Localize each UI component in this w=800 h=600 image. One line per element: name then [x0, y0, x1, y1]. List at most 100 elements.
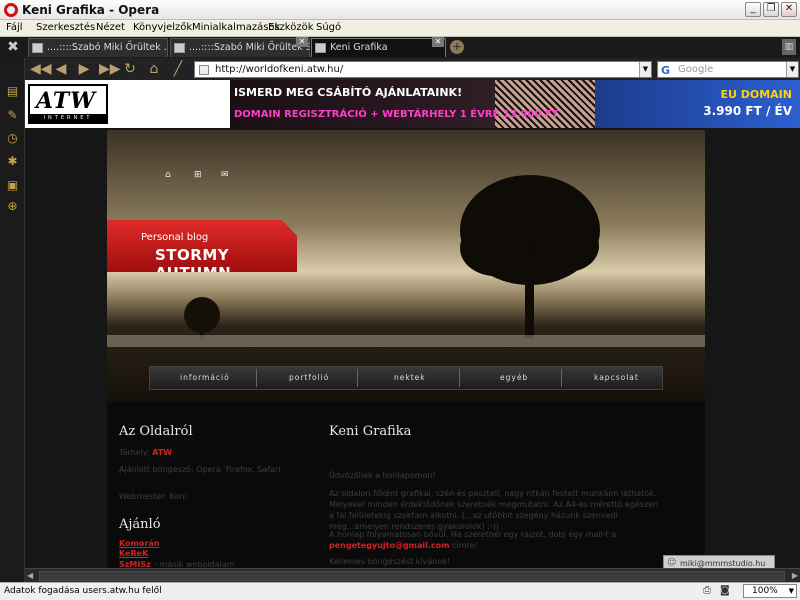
- host-line: Tárhely: ATW: [119, 447, 172, 458]
- status-bar: Adatok fogadása users.atw.hu felől ⎙ ◙: [0, 582, 800, 600]
- intro-paragraph: Az oldalon főként grafikai, szén és pasz…: [329, 489, 659, 531]
- contact-paragraph: A honlap folyamatosan bővül. Ha szeretné…: [329, 529, 659, 551]
- minimize-button[interactable]: _: [745, 2, 761, 17]
- status-text: Adatok fogadása users.atw.hu felől: [4, 586, 162, 596]
- home-icon[interactable]: ⌂: [165, 170, 171, 180]
- rewind-icon[interactable]: ◀◀: [30, 61, 52, 77]
- host-label: Tárhely:: [119, 448, 150, 457]
- windows-icon[interactable]: ▣: [5, 178, 20, 193]
- notes-icon[interactable]: ✎: [5, 108, 20, 123]
- nav-egyeb[interactable]: egyéb: [500, 373, 528, 382]
- site-nav: információ portfolió nektek egyéb kapcso…: [149, 366, 663, 390]
- chat-icon[interactable]: ▤: [5, 84, 20, 99]
- opera-logo-icon: [4, 3, 18, 17]
- close-button[interactable]: ✕: [781, 2, 797, 17]
- window-title: Keni Grafika - Opera: [22, 3, 160, 17]
- tab-close-icon[interactable]: ✕: [296, 37, 308, 47]
- banner-headline: ISMERD MEG CSÁBÍTÓ AJÁNLATAINK!: [234, 86, 463, 99]
- tab-1[interactable]: ....::::Szabó Miki Őrültek ...: [28, 38, 168, 57]
- closing-text: Kellemes böngészést kívánok!: [329, 557, 451, 566]
- page-viewport: ATW INTERNET ISMERD MEG CSÁBÍTÓ AJÁNLATA…: [25, 80, 800, 568]
- link-kerek[interactable]: KeReK: [119, 549, 235, 559]
- webmaster-text: Webmester: Keni: [119, 492, 187, 501]
- add-panel-icon[interactable]: ⊕: [5, 199, 20, 214]
- tab-label: ....::::Szabó Miki Őrültek S...: [189, 42, 310, 53]
- link-suffix: - másik weboldalam: [154, 560, 235, 568]
- main-heading: Keni Grafika: [329, 424, 412, 439]
- ad-bar: ATW INTERNET ISMERD MEG CSÁBÍTÓ AJÁNLATA…: [25, 80, 800, 128]
- search-input[interactable]: G Google ▼: [657, 61, 799, 78]
- tab-close-icon[interactable]: ✕: [432, 37, 444, 47]
- blog-title-banner: Personal blog STORMY AUTUMN: [107, 220, 297, 272]
- atw-logo[interactable]: ATW INTERNET: [28, 84, 108, 124]
- recommend-links: Komorán KeReK SzMISz - másik weboldalam: [119, 539, 235, 568]
- zoom-dropdown-icon[interactable]: ▼: [789, 587, 794, 595]
- menu-bookmarks[interactable]: Könyvjelzők: [133, 22, 192, 33]
- contact-text-end: címre!: [452, 541, 478, 550]
- eu-banner-title: EU DOMAIN: [720, 88, 792, 101]
- tools-wrench-icon[interactable]: ✖: [4, 39, 22, 56]
- scroll-left-icon[interactable]: ◀: [27, 571, 33, 580]
- nav-divider: [256, 369, 257, 387]
- zoom-select[interactable]: 100% ▼: [743, 584, 797, 598]
- tree-silhouette: [460, 175, 600, 338]
- maximize-button[interactable]: ❐: [763, 2, 779, 17]
- nav-kapcsolat[interactable]: kapcsolat: [594, 373, 639, 382]
- back-icon[interactable]: ◀: [53, 61, 69, 77]
- history-clock-icon[interactable]: ◷: [5, 131, 20, 146]
- menu-edit[interactable]: Szerkesztés: [36, 22, 95, 33]
- eu-domain-banner[interactable]: EU DOMAIN 3.990 FT / ÉV: [595, 80, 800, 128]
- nav-nektek[interactable]: nektek: [394, 373, 426, 382]
- scroll-thumb[interactable]: [39, 571, 785, 581]
- scroll-right-icon[interactable]: ▶: [792, 571, 798, 580]
- trash-icon[interactable]: ▥: [782, 39, 796, 55]
- tab-2[interactable]: ....::::Szabó Miki Őrültek S...: [170, 38, 310, 57]
- horizontal-scrollbar[interactable]: ◀ ▶: [25, 568, 800, 582]
- about-heading: Az Oldalról: [119, 424, 193, 439]
- email-link[interactable]: pengetegyujto@gmail.com: [329, 541, 450, 550]
- print-icon[interactable]: ⎙: [703, 585, 711, 596]
- host-link[interactable]: ATW: [152, 448, 172, 457]
- sitemap-icon[interactable]: ⊞: [194, 170, 202, 180]
- nav-portfolio[interactable]: portfolió: [289, 373, 329, 382]
- menu-bar: Fájl Szerkesztés Nézet Könyvjelzők Minia…: [0, 20, 800, 37]
- title-bar: Keni Grafika - Opera _ ❐ ✕: [0, 0, 800, 20]
- site-header: ⌂ ⊞ ✉ Personal blog STORMY AUTUMN: [107, 130, 705, 402]
- atw-logo-text: ATW: [36, 88, 96, 114]
- link-szmisz[interactable]: SzMISz: [119, 560, 151, 568]
- url-input[interactable]: http://worldofkeni.atw.hu/ ▼: [194, 61, 652, 78]
- blog-label: Personal blog: [141, 232, 209, 243]
- transfers-gear-icon[interactable]: ✱: [5, 154, 20, 169]
- menu-tools[interactable]: Eszközök: [268, 22, 314, 33]
- mail-icon[interactable]: ✉: [221, 170, 229, 180]
- forward-icon[interactable]: ▶: [76, 61, 92, 77]
- welcome-text: Üdvözöllek a honlapomon!: [329, 471, 436, 480]
- menu-view[interactable]: Nézet: [96, 22, 125, 33]
- browsers-text: Ajánlott böngésző: Opera, Firefox, Safar…: [119, 465, 281, 474]
- page-icon: [315, 43, 326, 53]
- camera-icon[interactable]: ◙: [720, 585, 730, 596]
- domain-banner[interactable]: ISMERD MEG CSÁBÍTÓ AJÁNLATAINK! DOMAIN R…: [230, 80, 595, 128]
- blog-title: STORMY AUTUMN: [155, 246, 232, 282]
- new-tab-plus-icon[interactable]: +: [450, 40, 464, 54]
- home-icon[interactable]: ⌂: [146, 61, 162, 77]
- tab-label: Keni Grafika: [330, 42, 388, 53]
- search-placeholder: Google: [678, 64, 714, 75]
- reload-icon[interactable]: ↻: [122, 61, 138, 77]
- tab-3[interactable]: Keni Grafika: [311, 38, 446, 57]
- contact-text: A honlap folyamatosan bővül. Ha szeretné…: [329, 530, 617, 539]
- nav-informacio[interactable]: információ: [180, 373, 230, 382]
- banner-offer: DOMAIN REGISZTRÁCIÓ + WEBTÁRHELY 1 ÉVRE …: [234, 109, 559, 120]
- menu-help[interactable]: Súgó: [316, 22, 341, 33]
- wand-icon[interactable]: ╱: [170, 61, 186, 77]
- user-icon: ☺: [667, 558, 677, 568]
- banner-image: [495, 80, 595, 128]
- fast-forward-icon[interactable]: ▶▶: [99, 61, 121, 77]
- nav-divider: [561, 369, 562, 387]
- search-dropdown-icon[interactable]: ▼: [786, 62, 798, 77]
- url-text: http://worldofkeni.atw.hu/: [215, 64, 344, 75]
- horizon-glow: [107, 335, 705, 347]
- url-dropdown-icon[interactable]: ▼: [639, 62, 651, 77]
- link-komoran[interactable]: Komorán: [119, 539, 235, 549]
- menu-file[interactable]: Fájl: [6, 22, 23, 33]
